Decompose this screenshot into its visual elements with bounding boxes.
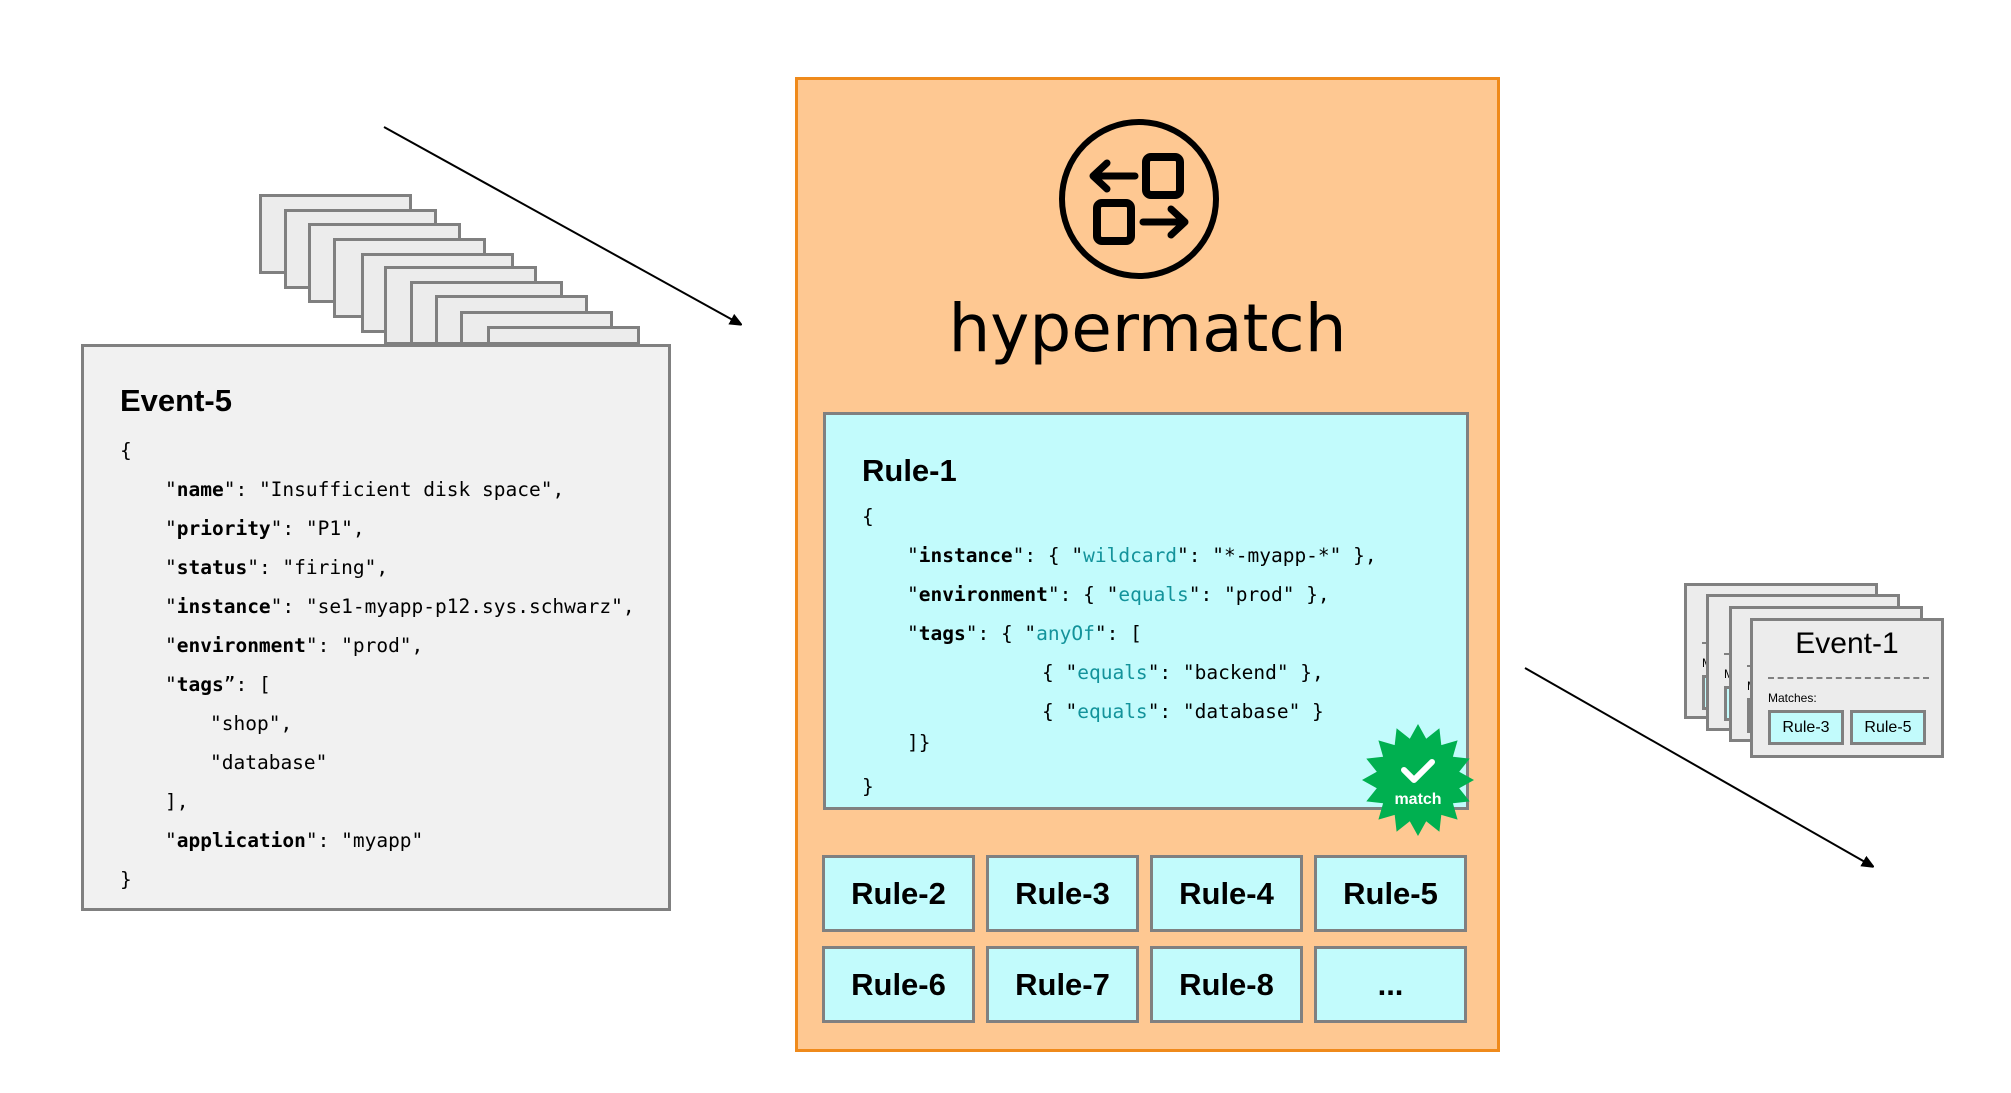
code-line: "instance": "se1-myapp-p12.sys.schwarz", <box>120 587 635 626</box>
json-text: ]} <box>907 731 931 754</box>
code-line: "status": "firing", <box>120 548 635 587</box>
rule-cell: Rule-8 <box>1150 946 1303 1023</box>
code-line: "instance": { "wildcard": "*-myapp-*" }, <box>862 536 1377 575</box>
json-text: " <box>165 829 177 852</box>
json-text: { " <box>1042 661 1078 684</box>
json-text: ], <box>165 790 189 813</box>
active-rule-json: {"instance": { "wildcard": "*-myapp-*" }… <box>862 497 1377 806</box>
json-text: ": "database" } <box>1147 700 1324 723</box>
code-line: "shop", <box>120 704 635 743</box>
json-text: " <box>165 634 177 657</box>
json-text: ”: [ <box>223 673 271 696</box>
code-line: ]} <box>862 731 1377 755</box>
code-line: "environment": "prod", <box>120 626 635 665</box>
json-text: " <box>165 595 177 618</box>
json-text: ": "prod", <box>305 634 424 657</box>
code-line: "priority": "P1", <box>120 509 635 548</box>
rule-cell: ... <box>1314 946 1467 1023</box>
json-text: { <box>120 439 132 462</box>
input-event-json: {"name": "Insufficient disk space", "prio… <box>120 431 635 899</box>
json-key: tags <box>918 622 966 645</box>
json-key: status <box>176 556 248 579</box>
json-operator: wildcard <box>1083 544 1178 567</box>
input-event-card: Event-5 {"name": "Insufficient disk spac… <box>81 344 671 911</box>
code-line: { "equals": "backend" }, <box>862 653 1377 692</box>
json-text: " <box>165 556 177 579</box>
json-text: ": "Insufficient disk space", <box>223 478 565 501</box>
code-line: "tags": { "anyOf": [ <box>862 614 1377 653</box>
json-text: ": "backend" }, <box>1147 661 1324 684</box>
json-text: " <box>907 583 919 606</box>
rule-cell: Rule-7 <box>986 946 1139 1023</box>
json-key: application <box>176 829 306 852</box>
json-text: ": [ <box>1094 622 1142 645</box>
rule-cell: Rule-2 <box>822 855 975 932</box>
json-text: } <box>862 775 874 798</box>
matched-rule-chip: Rule-5 <box>1850 710 1926 745</box>
code-line: { <box>120 431 635 470</box>
json-key: instance <box>176 595 271 618</box>
json-text: " <box>165 478 177 501</box>
json-text: " <box>907 622 919 645</box>
json-text: ": "P1", <box>270 517 365 540</box>
code-line: { <box>862 497 1377 536</box>
stacked-event-card <box>487 326 640 345</box>
json-key: priority <box>176 517 271 540</box>
json-text: ": "se1-myapp-p12.sys.schwarz", <box>270 595 635 618</box>
code-line: "application": "myapp" <box>120 821 635 860</box>
matched-rule-chip: Rule-3 <box>1768 710 1844 745</box>
json-text: { " <box>1042 700 1078 723</box>
code-line: ], <box>120 782 635 821</box>
json-key: tags <box>176 673 224 696</box>
code-line: "database" <box>120 743 635 782</box>
json-text: ": "prod" }, <box>1188 583 1330 606</box>
json-operator: equals <box>1118 583 1189 606</box>
code-line: "environment": { "equals": "prod" }, <box>862 575 1377 614</box>
json-text: ": "firing", <box>247 556 389 579</box>
json-text: ": "*-myapp-*" }, <box>1177 544 1377 567</box>
json-operator: anyOf <box>1036 622 1095 645</box>
output-event-card: Event-1 Matches: Rule-3 Rule-5 <box>1750 618 1944 758</box>
active-rule-title: Rule-1 <box>862 453 957 488</box>
json-text: } <box>120 868 132 891</box>
rule-cell: Rule-5 <box>1314 855 1467 932</box>
output-event-title: Event-1 <box>1795 627 1899 660</box>
match-label: match <box>1394 791 1441 808</box>
engine-name: hypermatch <box>948 290 1347 367</box>
divider <box>1768 677 1929 679</box>
json-text: "database" <box>210 751 328 774</box>
rule-cell: Rule-3 <box>986 855 1139 932</box>
json-text: " <box>165 517 177 540</box>
json-operator: equals <box>1077 700 1148 723</box>
rule-cell: Rule-6 <box>822 946 975 1023</box>
json-text: ": { " <box>965 622 1037 645</box>
json-text: ": { " <box>1012 544 1084 567</box>
json-text: " <box>907 544 919 567</box>
code-line: } <box>862 767 1377 806</box>
input-event-title: Event-5 <box>120 383 232 418</box>
json-key: instance <box>918 544 1013 567</box>
json-text: " <box>165 673 177 696</box>
json-text: { <box>862 505 874 528</box>
json-key: environment <box>176 634 306 657</box>
json-key: environment <box>918 583 1048 606</box>
matches-label: Matches: <box>1768 691 1817 705</box>
swap-boxes-icon <box>1059 119 1219 279</box>
code-line: "name": "Insufficient disk space", <box>120 470 635 509</box>
rule-cell: Rule-4 <box>1150 855 1303 932</box>
code-line: { "equals": "database" } <box>862 692 1377 731</box>
code-line: "tags”: [ <box>120 665 635 704</box>
json-text: "shop", <box>210 712 293 735</box>
json-key: name <box>176 478 224 501</box>
match-badge: match <box>1362 724 1474 836</box>
code-line: } <box>120 860 635 899</box>
json-text: ": { " <box>1047 583 1119 606</box>
json-operator: equals <box>1077 661 1148 684</box>
json-text: ": "myapp" <box>305 829 424 852</box>
